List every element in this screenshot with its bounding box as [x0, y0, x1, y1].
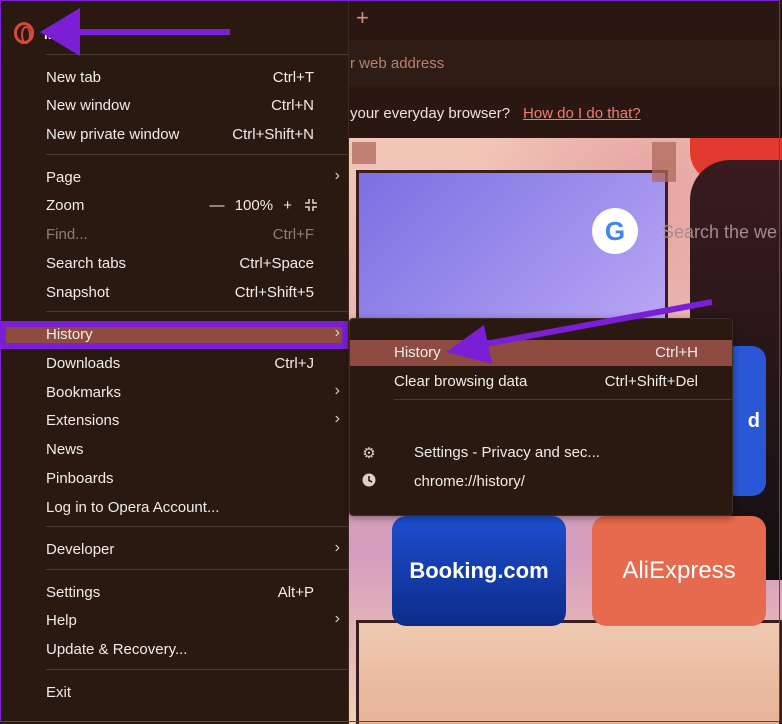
menu-item-search-tabs[interactable]: Search tabs Ctrl+Space	[0, 250, 348, 278]
menu-item-new-private-window[interactable]: New private window Ctrl+Shift+N	[0, 121, 348, 149]
menu-item-news[interactable]: News	[0, 436, 348, 464]
menu-item-help[interactable]: Help ›	[0, 607, 348, 635]
menu-item-shortcut: Ctrl+J	[274, 355, 314, 372]
menu-item-history[interactable]: History ›	[0, 321, 348, 349]
menu-item-label: Bookmarks	[46, 384, 122, 401]
chevron-right-icon: ›	[334, 610, 340, 627]
menu-item-label: Zoom	[46, 197, 85, 214]
menu-divider	[46, 311, 348, 312]
chevron-right-icon: ›	[334, 382, 340, 399]
menu-item-label: New window	[46, 97, 131, 114]
menu-item-downloads[interactable]: Downloads Ctrl+J	[0, 350, 348, 378]
recent-history-label: Settings - Privacy and sec...	[414, 444, 600, 461]
zoom-value: 100%	[234, 197, 274, 214]
menu-item-shortcut: Alt+P	[277, 584, 314, 601]
opera-main-menu: M New tab Ctrl+T New window Ctrl+N New p…	[0, 0, 349, 724]
menu-item-label: Search tabs	[46, 255, 127, 272]
menu-item-shortcut: Ctrl+Shift+N	[232, 126, 314, 143]
submenu-item-label: Clear browsing data	[394, 373, 528, 390]
menu-item-exit[interactable]: Exit	[0, 679, 348, 707]
menu-divider	[46, 526, 348, 527]
menu-item-shortcut: Ctrl+Shift+5	[234, 284, 314, 301]
menu-divider	[46, 54, 348, 55]
menu-item-settings[interactable]: Settings Alt+P	[0, 579, 348, 607]
how-do-i-link[interactable]: How do I do that?	[523, 105, 641, 122]
chevron-right-icon: ›	[334, 324, 340, 341]
chevron-right-icon: ›	[334, 539, 340, 556]
menu-item-shortcut: Ctrl+N	[271, 97, 314, 114]
history-submenu: History Ctrl+H Clear browsing data Ctrl+…	[349, 318, 733, 516]
menu-item-label: Downloads	[46, 355, 121, 372]
submenu-item-clear-browsing-data[interactable]: Clear browsing data Ctrl+Shift+Del	[350, 369, 732, 395]
recent-history-item[interactable]: ⚙ Settings - Privacy and sec...	[350, 440, 732, 466]
menu-item-shortcut: Ctrl+Space	[239, 255, 314, 272]
submenu-divider	[394, 399, 732, 400]
menu-item-zoom[interactable]: Zoom — 100% +	[0, 192, 348, 220]
menu-item-label: News	[46, 441, 84, 458]
default-browser-text: your everyday browser?	[350, 105, 511, 122]
menu-item-pinboards[interactable]: Pinboards	[0, 465, 348, 493]
menu-item-label: Find...	[46, 226, 88, 243]
menu-divider	[46, 569, 348, 570]
menu-item-label: New private window	[46, 126, 180, 143]
menu-item-new-tab[interactable]: New tab Ctrl+T	[0, 64, 348, 92]
menu-item-new-window[interactable]: New window Ctrl+N	[0, 92, 348, 120]
recent-history-item[interactable]: chrome://history/	[350, 469, 732, 495]
menu-item-label: Log in to Opera Account...	[46, 499, 220, 516]
menu-title: M	[44, 26, 56, 42]
menu-item-label: Help	[46, 612, 77, 629]
opera-logo-icon[interactable]	[14, 22, 34, 44]
submenu-item-shortcut: Ctrl+H	[655, 344, 698, 361]
submenu-item-shortcut: Ctrl+Shift+Del	[604, 373, 698, 390]
speed-dial-aliexpress[interactable]: AliExpress	[592, 516, 766, 626]
menu-item-shortcut: Ctrl+F	[272, 226, 314, 243]
menu-item-bookmarks[interactable]: Bookmarks ›	[0, 379, 348, 407]
menu-item-snapshot[interactable]: Snapshot Ctrl+Shift+5	[0, 279, 348, 307]
wallpaper-bottom-frame	[356, 620, 782, 724]
menu-item-label: New tab	[46, 69, 102, 86]
submenu-item-label: History	[394, 344, 441, 361]
chevron-right-icon: ›	[334, 410, 340, 427]
wallpaper-tape	[652, 142, 676, 182]
zoom-controls: — 100% +	[204, 197, 292, 214]
menu-item-developer[interactable]: Developer ›	[0, 536, 348, 564]
clock-icon	[360, 473, 378, 491]
zoom-in-button[interactable]: +	[283, 197, 292, 214]
menu-divider	[46, 669, 348, 670]
zoom-out-button[interactable]: —	[210, 197, 225, 214]
menu-item-label: Extensions	[46, 412, 120, 429]
wallpaper-tape	[352, 142, 376, 164]
google-logo[interactable]: G	[592, 208, 638, 254]
menu-item-label: Settings	[46, 584, 101, 601]
recent-history-label: chrome://history/	[414, 473, 525, 490]
menu-item-label: History	[46, 326, 93, 343]
menu-item-login-opera-account[interactable]: Log in to Opera Account...	[0, 494, 348, 522]
menu-item-update-recovery[interactable]: Update & Recovery...	[0, 636, 348, 664]
menu-item-label: Pinboards	[46, 470, 114, 487]
menu-header: M	[0, 0, 348, 54]
menu-item-label: Update & Recovery...	[46, 641, 188, 658]
menu-item-label: Exit	[46, 684, 72, 701]
speed-dial-booking[interactable]: Booking.com	[392, 516, 566, 626]
menu-item-extensions[interactable]: Extensions ›	[0, 407, 348, 435]
search-placeholder[interactable]: Search the we	[662, 222, 777, 243]
menu-item-page[interactable]: Page ›	[0, 164, 348, 192]
gear-icon: ⚙	[362, 445, 376, 462]
fullscreen-icon[interactable]	[304, 198, 318, 212]
menu-item-shortcut: Ctrl+T	[272, 69, 314, 86]
submenu-item-history[interactable]: History Ctrl+H	[350, 340, 732, 366]
menu-item-find[interactable]: Find... Ctrl+F	[0, 221, 348, 249]
menu-item-label: Developer	[46, 541, 115, 558]
menu-item-label: Page	[46, 169, 82, 186]
menu-divider	[46, 154, 348, 155]
chevron-right-icon: ›	[334, 167, 340, 184]
new-tab-button[interactable]: +	[356, 6, 369, 30]
address-placeholder[interactable]: r web address	[350, 55, 444, 72]
menu-item-label: Snapshot	[46, 284, 110, 301]
